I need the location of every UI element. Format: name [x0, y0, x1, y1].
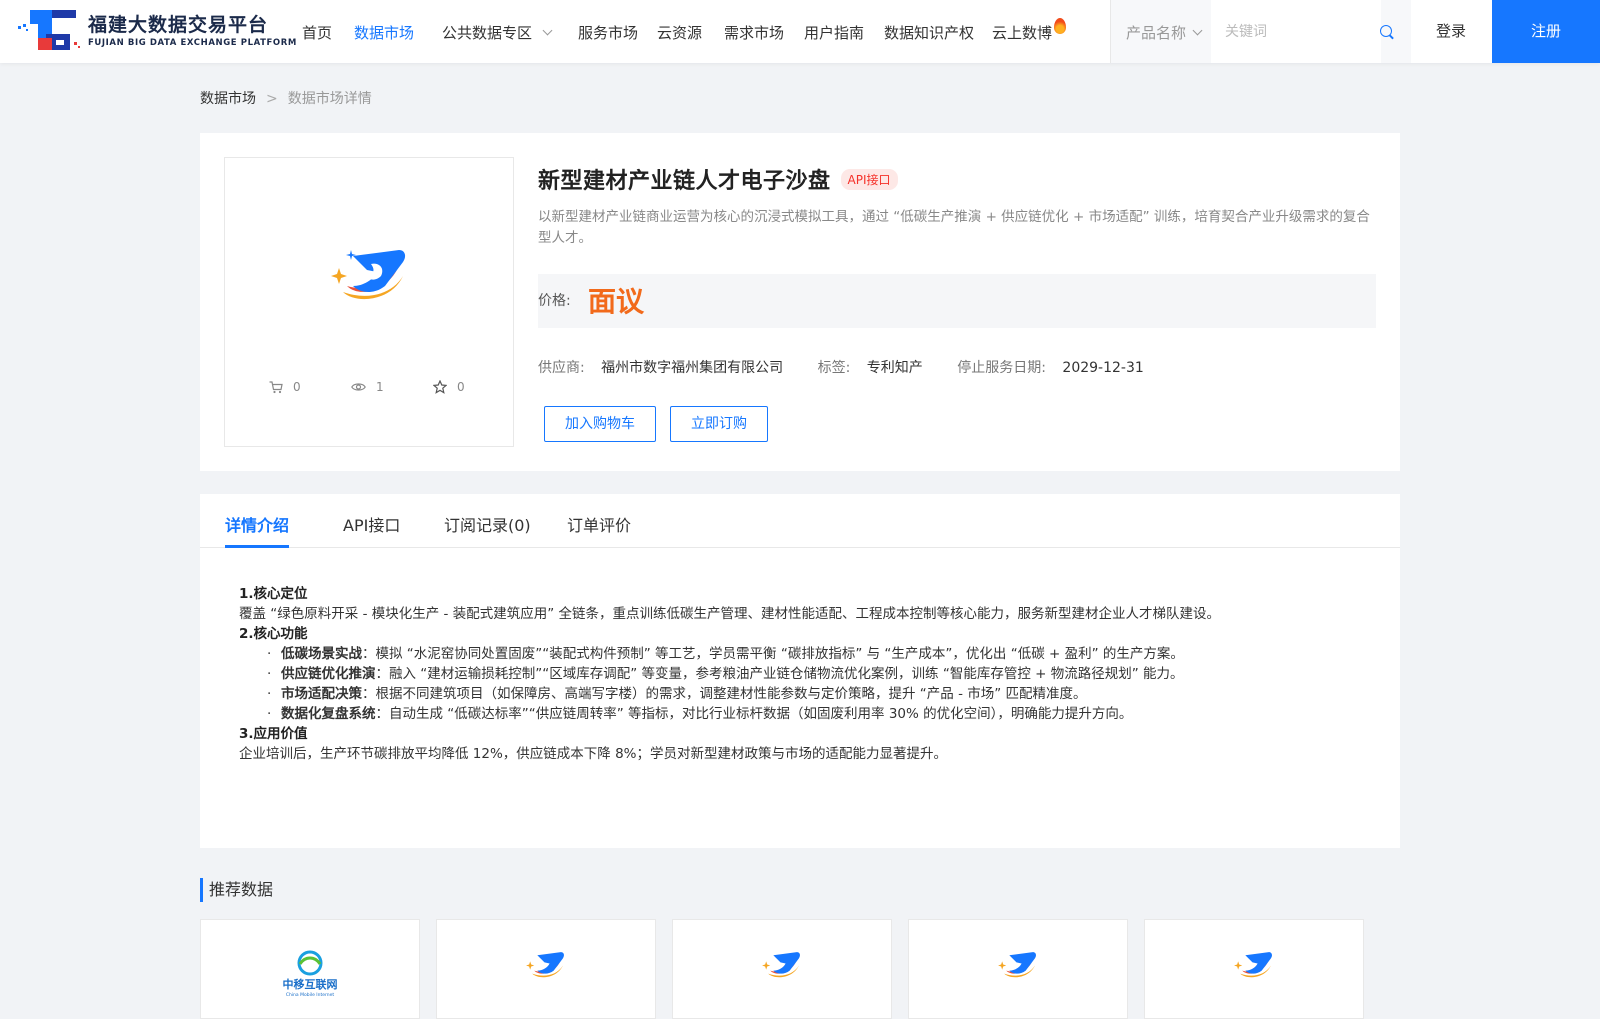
tab-api[interactable]: API接口: [343, 512, 400, 536]
feature-item-text: ：根据不同建筑项目（如保障房、高端写字楼）的需求，调整建材性能参数与定价策略，提…: [362, 686, 1087, 702]
feature-item-label: 低碳场景实战: [281, 646, 362, 662]
tab-subscription-records[interactable]: 订阅记录(0): [444, 512, 531, 536]
price-value: 面议: [588, 285, 645, 318]
breadcrumb-separator: >: [266, 91, 278, 107]
product-stats: 0 1 0: [225, 380, 515, 400]
feature-item-label: 市场适配决策: [281, 686, 362, 702]
breadcrumb-current: 数据市场详情: [287, 91, 372, 107]
china-mobile-logo-icon: 中移互联网 China Mobile Internet: [283, 950, 338, 998]
add-to-cart-button[interactable]: 加入购物车: [544, 406, 656, 442]
nav-public-data[interactable]: 公共数据专区: [442, 22, 553, 43]
nav-service-market[interactable]: 服务市场: [578, 22, 638, 43]
tag-value: 专利知产: [866, 360, 923, 376]
detail-tabs: 详情介绍 API接口 订阅记录(0) 订单评价: [200, 494, 1400, 548]
nav-user-guide[interactable]: 用户指南: [804, 22, 864, 43]
product-logo-icon: [331, 250, 406, 300]
product-meta: 供应商: 福州市数字福州集团有限公司 标签: 专利知产 停止服务日期: 2029…: [538, 357, 1144, 377]
search-type-select[interactable]: 产品名称: [1126, 22, 1203, 43]
top-header: 福建大数据交易平台 FUJIAN BIG DATA EXCHANGE PLATF…: [0, 0, 1600, 63]
stop-date-value: 2029-12-31: [1062, 360, 1144, 376]
feature-item: 市场适配决策：根据不同建筑项目（如保障房、高端写字楼）的需求，调整建材性能参数与…: [239, 684, 1379, 704]
detail-panel: 详情介绍 API接口 订阅记录(0) 订单评价 1.核心定位 覆盖 “绿色原料开…: [200, 494, 1400, 848]
section-paragraph-1: 覆盖 “绿色原料开采 - 模块化生产 - 装配式建筑应用” 全链条，重点训练低碳…: [239, 606, 1220, 622]
chevron-down-icon: [1192, 25, 1203, 36]
recommend-card-logo-text: 中移互联网: [283, 977, 338, 991]
api-badge: API接口: [840, 168, 898, 190]
product-logo-icon: [998, 952, 1036, 978]
supplier-value: 福州市数字福州集团有限公司: [601, 360, 784, 376]
recommend-title: 推荐数据: [200, 878, 273, 902]
price-label: 价格:: [538, 293, 571, 309]
product-logo-icon: [526, 952, 564, 978]
feature-item: 供应链优化推演：融入 “建材运输损耗控制”“区域库存调配” 等变量，参考粮油产业…: [239, 664, 1379, 684]
search-type-label: 产品名称: [1126, 24, 1187, 42]
nav-public-data-label: 公共数据专区: [442, 24, 533, 42]
active-tab-indicator: [225, 545, 289, 548]
stop-date-label: 停止服务日期:: [957, 360, 1046, 376]
nav-cloud[interactable]: 云资源: [657, 22, 702, 43]
product-title: 新型建材产业链人才电子沙盘: [538, 169, 831, 194]
chevron-down-icon: [542, 25, 553, 36]
login-button[interactable]: 登录: [1411, 0, 1491, 63]
feature-item: 低碳场景实战：模拟 “水泥窑协同处置固废”“装配式构件预制” 等工艺，学员需平衡…: [239, 644, 1379, 664]
favorite-count[interactable]: 0: [433, 380, 465, 394]
product-logo-icon: [762, 952, 800, 978]
tab-details[interactable]: 详情介绍: [225, 512, 289, 536]
product-description: 以新型建材产业链商业运营为核心的沉浸式模拟工具，通过 “低碳生产推演 + 供应链…: [538, 209, 1370, 246]
breadcrumb-data-market[interactable]: 数据市场: [200, 91, 256, 107]
logo-subtitle: FUJIAN BIG DATA EXCHANGE PLATFORM: [88, 38, 297, 48]
view-count-value: 1: [376, 380, 384, 394]
favorite-count-value: 0: [457, 380, 465, 394]
subscribe-now-button[interactable]: 立即订购: [670, 406, 768, 442]
nav-cloud-expo-label: 云上数博: [992, 24, 1053, 42]
tag-label: 标签:: [817, 360, 851, 376]
feature-item-label: 数据化复盘系统: [281, 706, 376, 722]
eye-icon: [351, 383, 366, 391]
nav-cloud-expo[interactable]: 云上数博: [992, 18, 1067, 43]
breadcrumb: 数据市场 > 数据市场详情: [200, 88, 372, 108]
product-title-row: 新型建材产业链人才电子沙盘 API接口: [538, 163, 898, 195]
section-paragraph-3: 企业培训后，生产环节碳排放平均降低 12%，供应链成本下降 8%；学员对新型建材…: [239, 746, 948, 762]
view-count: 1: [351, 380, 384, 394]
tab-order-reviews[interactable]: 订单评价: [567, 512, 631, 536]
detail-content: 1.核心定位 覆盖 “绿色原料开采 - 模块化生产 - 装配式建筑应用” 全链条…: [239, 584, 1379, 764]
search-box: 产品名称: [1111, 0, 1411, 63]
cart-count: 0: [269, 380, 301, 394]
nav-home[interactable]: 首页: [302, 22, 332, 43]
product-logo-icon: [1234, 952, 1272, 978]
feature-item-label: 供应链优化推演: [281, 666, 376, 682]
cart-icon: [269, 380, 283, 393]
logo-title: 福建大数据交易平台: [88, 14, 269, 36]
nav-data-ip[interactable]: 数据知识产权: [884, 22, 974, 43]
price-row: 价格: 面议: [538, 274, 1376, 328]
search-input[interactable]: [1211, 0, 1381, 63]
register-button[interactable]: 注册: [1492, 0, 1600, 63]
recommend-card[interactable]: [436, 919, 656, 1019]
recommend-card[interactable]: [672, 919, 892, 1019]
supplier-label: 供应商:: [538, 360, 585, 376]
nav-demand-market[interactable]: 需求市场: [724, 22, 784, 43]
search-icon[interactable]: [1380, 25, 1392, 37]
recommend-card[interactable]: [1144, 919, 1364, 1019]
section-heading-1: 1.核心定位: [239, 586, 308, 602]
feature-item-text: ：模拟 “水泥窑协同处置固废”“装配式构件预制” 等工艺，学员需平衡 “碳排放指…: [362, 646, 1184, 662]
feature-item: 数据化复盘系统：自动生成 “低碳达标率”“供应链周转率” 等指标，对比行业标杆数…: [239, 704, 1379, 724]
section-heading-2: 2.核心功能: [239, 626, 308, 642]
site-logo[interactable]: 福建大数据交易平台 FUJIAN BIG DATA EXCHANGE PLATF…: [16, 8, 297, 54]
nav-data-market[interactable]: 数据市场: [354, 22, 414, 43]
feature-item-text: ：融入 “建材运输损耗控制”“区域库存调配” 等变量，参考粮油产业链仓储物流优化…: [375, 666, 1184, 682]
recommend-card[interactable]: [908, 919, 1128, 1019]
cart-count-value: 0: [293, 380, 301, 394]
feature-item-text: ：自动生成 “低碳达标率”“供应链周转率” 等指标，对比行业标杆数据（如固废利用…: [375, 706, 1133, 722]
recommend-card[interactable]: 中移互联网 China Mobile Internet: [200, 919, 420, 1019]
section-heading-3: 3.应用价值: [239, 726, 308, 742]
recommend-card-logo-subtext: China Mobile Internet: [286, 992, 335, 998]
product-panel: 0 1 0 新型建材产业链人才电子沙盘 API接口 以新型建材产业链商业运营为核…: [200, 133, 1400, 471]
star-icon: [433, 380, 447, 394]
fire-icon: [1054, 18, 1067, 34]
product-image: 0 1 0: [224, 157, 514, 447]
logo-mark-icon: [18, 10, 80, 50]
